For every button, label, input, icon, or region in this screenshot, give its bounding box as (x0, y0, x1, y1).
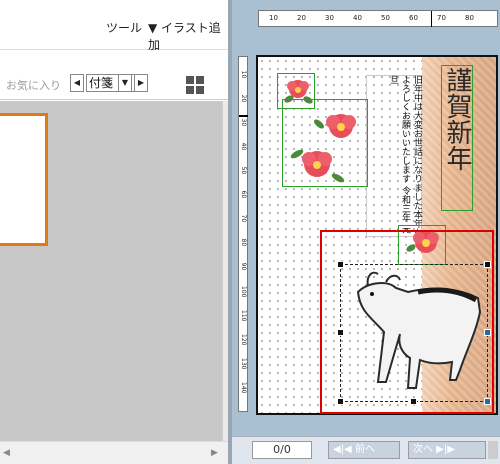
menu-add-illustration[interactable]: ▼ イラスト追加 (148, 19, 228, 53)
left-pane: ツール ▼ イラスト追加 お気に入り ◀ 付箋 ▼ ▶ ◀ ▶ (0, 0, 228, 464)
v-tick: 120 (240, 334, 247, 346)
new-year-title[interactable]: 謹賀新年 (442, 67, 473, 171)
tag-select-value: 付箋 (89, 76, 114, 90)
h-tick: 50 (381, 14, 390, 22)
v-tick: 140 (240, 382, 247, 394)
flower-frame[interactable] (282, 99, 368, 187)
grid-view-icon[interactable] (186, 76, 204, 94)
v-tick: 50 (240, 166, 247, 175)
v-tick: 130 (240, 358, 247, 370)
h-tick: 40 (353, 14, 362, 22)
menu-bar: ツール ▼ イラスト追加 (0, 0, 228, 53)
tag-dropdown-button[interactable]: ▼ (118, 74, 132, 92)
resize-handle[interactable] (337, 398, 344, 405)
vertical-ruler: 10 20 30 40 50 60 70 80 90 100 110 120 1… (238, 56, 248, 412)
prev-page-label: ◀|◀ 前へ (333, 444, 375, 455)
v-tick: 70 (240, 214, 247, 223)
app-window: ツール ▼ イラスト追加 お気に入り ◀ 付箋 ▼ ▶ ◀ ▶ 10 20 30… (0, 0, 500, 464)
page-counter: 0/0 (252, 441, 312, 459)
v-tick: 40 (240, 142, 247, 151)
selected-thumbnail[interactable] (0, 113, 48, 246)
v-tick: 80 (240, 238, 247, 247)
resize-handle[interactable] (337, 261, 344, 268)
v-tick: 30 (240, 118, 247, 127)
resize-handle[interactable] (484, 329, 491, 336)
scroll-right-icon[interactable]: ▶ (211, 448, 218, 458)
postcard-canvas[interactable]: 謹賀新年 旧年中は大変お世話になりました本年もよろしくお願いいたします 令和三年… (256, 55, 498, 415)
h-tick: 30 (325, 14, 334, 22)
horizontal-scrollbar[interactable]: ◀ ▶ (0, 441, 228, 464)
resize-handle[interactable] (484, 398, 491, 405)
thumbnail-area (0, 101, 222, 441)
horizontal-ruler: 10 20 30 40 50 60 70 80 (258, 10, 498, 27)
page-navigation-bar: 0/0 ◀|◀ 前へ 次へ ▶|▶ (232, 436, 500, 464)
camellia-illustration (290, 114, 356, 183)
editor-pane: 10 20 30 40 50 60 70 80 10 20 30 40 50 6… (232, 0, 500, 464)
v-tick: 100 (240, 286, 247, 298)
v-tick: 60 (240, 190, 247, 199)
resize-handle[interactable] (484, 261, 491, 268)
prev-tag-button[interactable]: ◀ (70, 74, 84, 92)
object-bounding-box[interactable] (340, 264, 488, 402)
resize-handle[interactable] (337, 329, 344, 336)
scroll-left-icon[interactable]: ◀ (3, 448, 10, 458)
favorites-label[interactable]: お気に入り (6, 77, 61, 93)
menu-tools[interactable]: ツール (106, 19, 142, 36)
h-tick: 80 (465, 14, 474, 22)
resize-grip[interactable] (488, 441, 498, 459)
next-page-button[interactable]: 次へ ▶|▶ (408, 441, 486, 459)
h-tick: 20 (297, 14, 306, 22)
prev-page-button[interactable]: ◀|◀ 前へ (328, 441, 400, 459)
greeting-message[interactable]: 旧年中は大変お世話になりました本年もよろしくお願いいたします 令和三年 元旦 (363, 75, 423, 237)
v-tick: 90 (240, 262, 247, 271)
next-page-label: 次へ ▶|▶ (413, 444, 455, 455)
ruler-cursor (431, 11, 432, 27)
v-tick: 10 (240, 70, 247, 79)
h-tick: 60 (409, 14, 418, 22)
next-tag-button[interactable]: ▶ (134, 74, 148, 92)
h-tick: 70 (437, 14, 446, 22)
h-tick: 10 (269, 14, 278, 22)
ruler-marker (239, 115, 248, 117)
v-tick: 110 (240, 310, 247, 322)
resize-handle[interactable] (410, 398, 417, 405)
v-tick: 20 (240, 94, 247, 103)
